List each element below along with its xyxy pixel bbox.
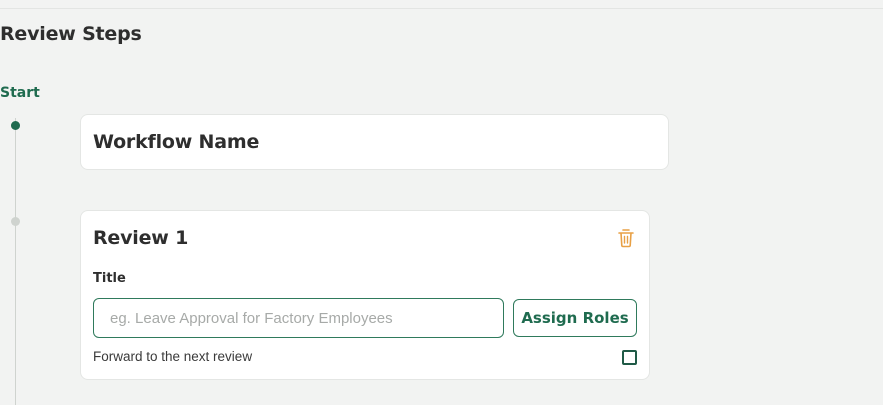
review-steps-page: Review Steps Start Workflow Name Review …: [0, 0, 883, 405]
top-divider: [0, 8, 883, 9]
section-title: Review Steps: [0, 23, 142, 45]
title-field-label: Title: [93, 271, 126, 286]
timeline-dot-inactive: [11, 217, 20, 226]
review-title-input[interactable]: [93, 298, 504, 338]
timeline-dot-active: [11, 121, 20, 130]
forward-to-next-review-label: Forward to the next review: [93, 349, 253, 364]
forward-to-next-review-checkbox[interactable]: [622, 350, 637, 365]
trash-icon[interactable]: [617, 228, 635, 248]
review-card: Review 1 Title Assign Roles Forward to t…: [80, 210, 650, 380]
timeline-line: [15, 118, 16, 405]
timeline-start-label: Start: [0, 85, 40, 101]
workflow-name-title: Workflow Name: [93, 131, 260, 153]
workflow-name-card[interactable]: Workflow Name: [80, 114, 669, 170]
review-title: Review 1: [93, 227, 189, 249]
assign-roles-button[interactable]: Assign Roles: [513, 299, 637, 337]
